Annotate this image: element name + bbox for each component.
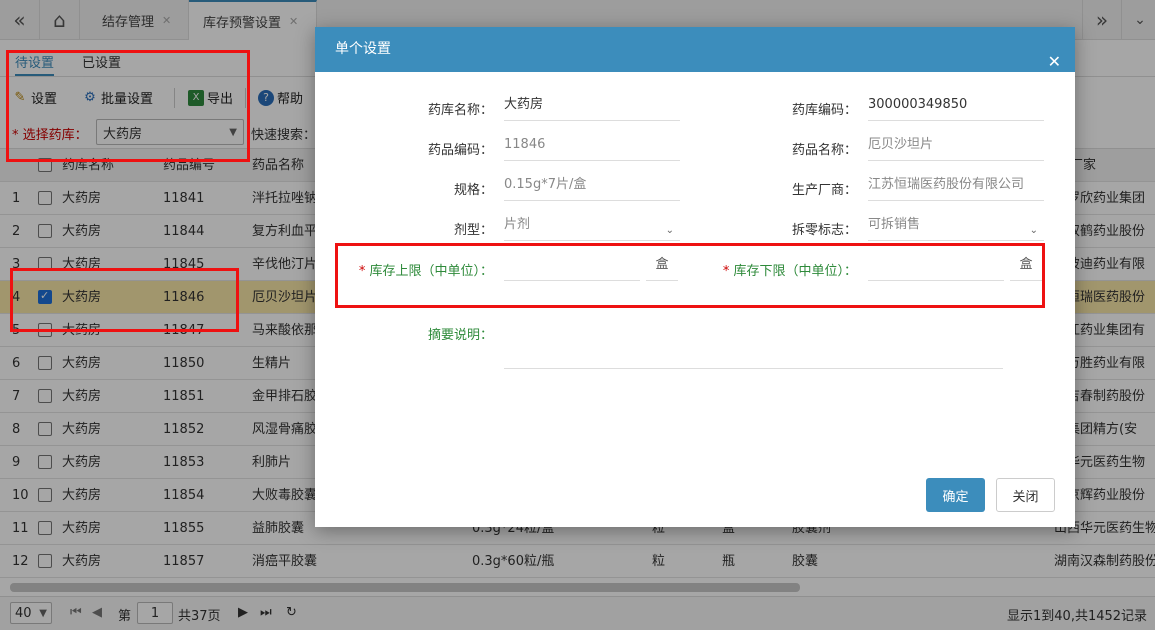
stock-upper-label: * 库存上限（中单位）： bbox=[358, 264, 493, 279]
dialog-title: 单个设置 bbox=[335, 41, 391, 57]
stock-lower-label: * 库存下限（中单位）： bbox=[722, 264, 857, 279]
single-setting-dialog: 单个设置 ✕ 药库名称： 大药房 药库编码： 300000349850 药品编码… bbox=[315, 27, 1075, 527]
close-icon[interactable]: ✕ bbox=[1048, 39, 1061, 84]
maker-field: 江苏恒瑞医药股份有限公司 bbox=[868, 173, 1044, 201]
drug-name-label: 药品名称： bbox=[791, 143, 857, 158]
warehouse-name-label: 药库名称： bbox=[427, 103, 493, 118]
split-value: 可拆销售 bbox=[868, 217, 921, 232]
maker-label: 生产厂商： bbox=[791, 183, 857, 198]
note-input[interactable] bbox=[504, 341, 1003, 369]
warehouse-name-field: 大药房 bbox=[504, 93, 680, 121]
stock-upper-input[interactable] bbox=[504, 253, 640, 281]
chevron-down-icon: ⌄ bbox=[665, 225, 674, 236]
dialog-header: 单个设置 ✕ bbox=[315, 27, 1075, 72]
drug-name-field: 厄贝沙坦片 bbox=[868, 133, 1044, 161]
warehouse-code-label: 药库编码： bbox=[791, 103, 857, 118]
close-button[interactable]: 关闭 bbox=[996, 478, 1055, 512]
split-label: 拆零标志： bbox=[791, 223, 857, 238]
form-select[interactable]: 片剂 ⌄ bbox=[504, 213, 680, 241]
split-select[interactable]: 可拆销售 ⌄ bbox=[868, 213, 1044, 241]
drug-code-label: 药品编码： bbox=[427, 143, 493, 158]
spec-field: 0.15g*7片/盒 bbox=[504, 173, 680, 201]
note-label: 摘要说明： bbox=[427, 328, 493, 343]
drug-code-field: 11846 bbox=[504, 133, 680, 161]
stock-upper-unit: 盒 bbox=[646, 253, 678, 281]
spec-label: 规格： bbox=[453, 183, 493, 198]
chevron-down-icon: ⌄ bbox=[1029, 225, 1038, 236]
warehouse-code-field: 300000349850 bbox=[868, 93, 1044, 121]
stock-lower-input[interactable] bbox=[868, 253, 1004, 281]
form-label: 剂型： bbox=[453, 223, 493, 238]
stock-lower-unit: 盒 bbox=[1010, 253, 1042, 281]
confirm-button[interactable]: 确定 bbox=[926, 478, 985, 512]
form-value: 片剂 bbox=[504, 217, 531, 232]
